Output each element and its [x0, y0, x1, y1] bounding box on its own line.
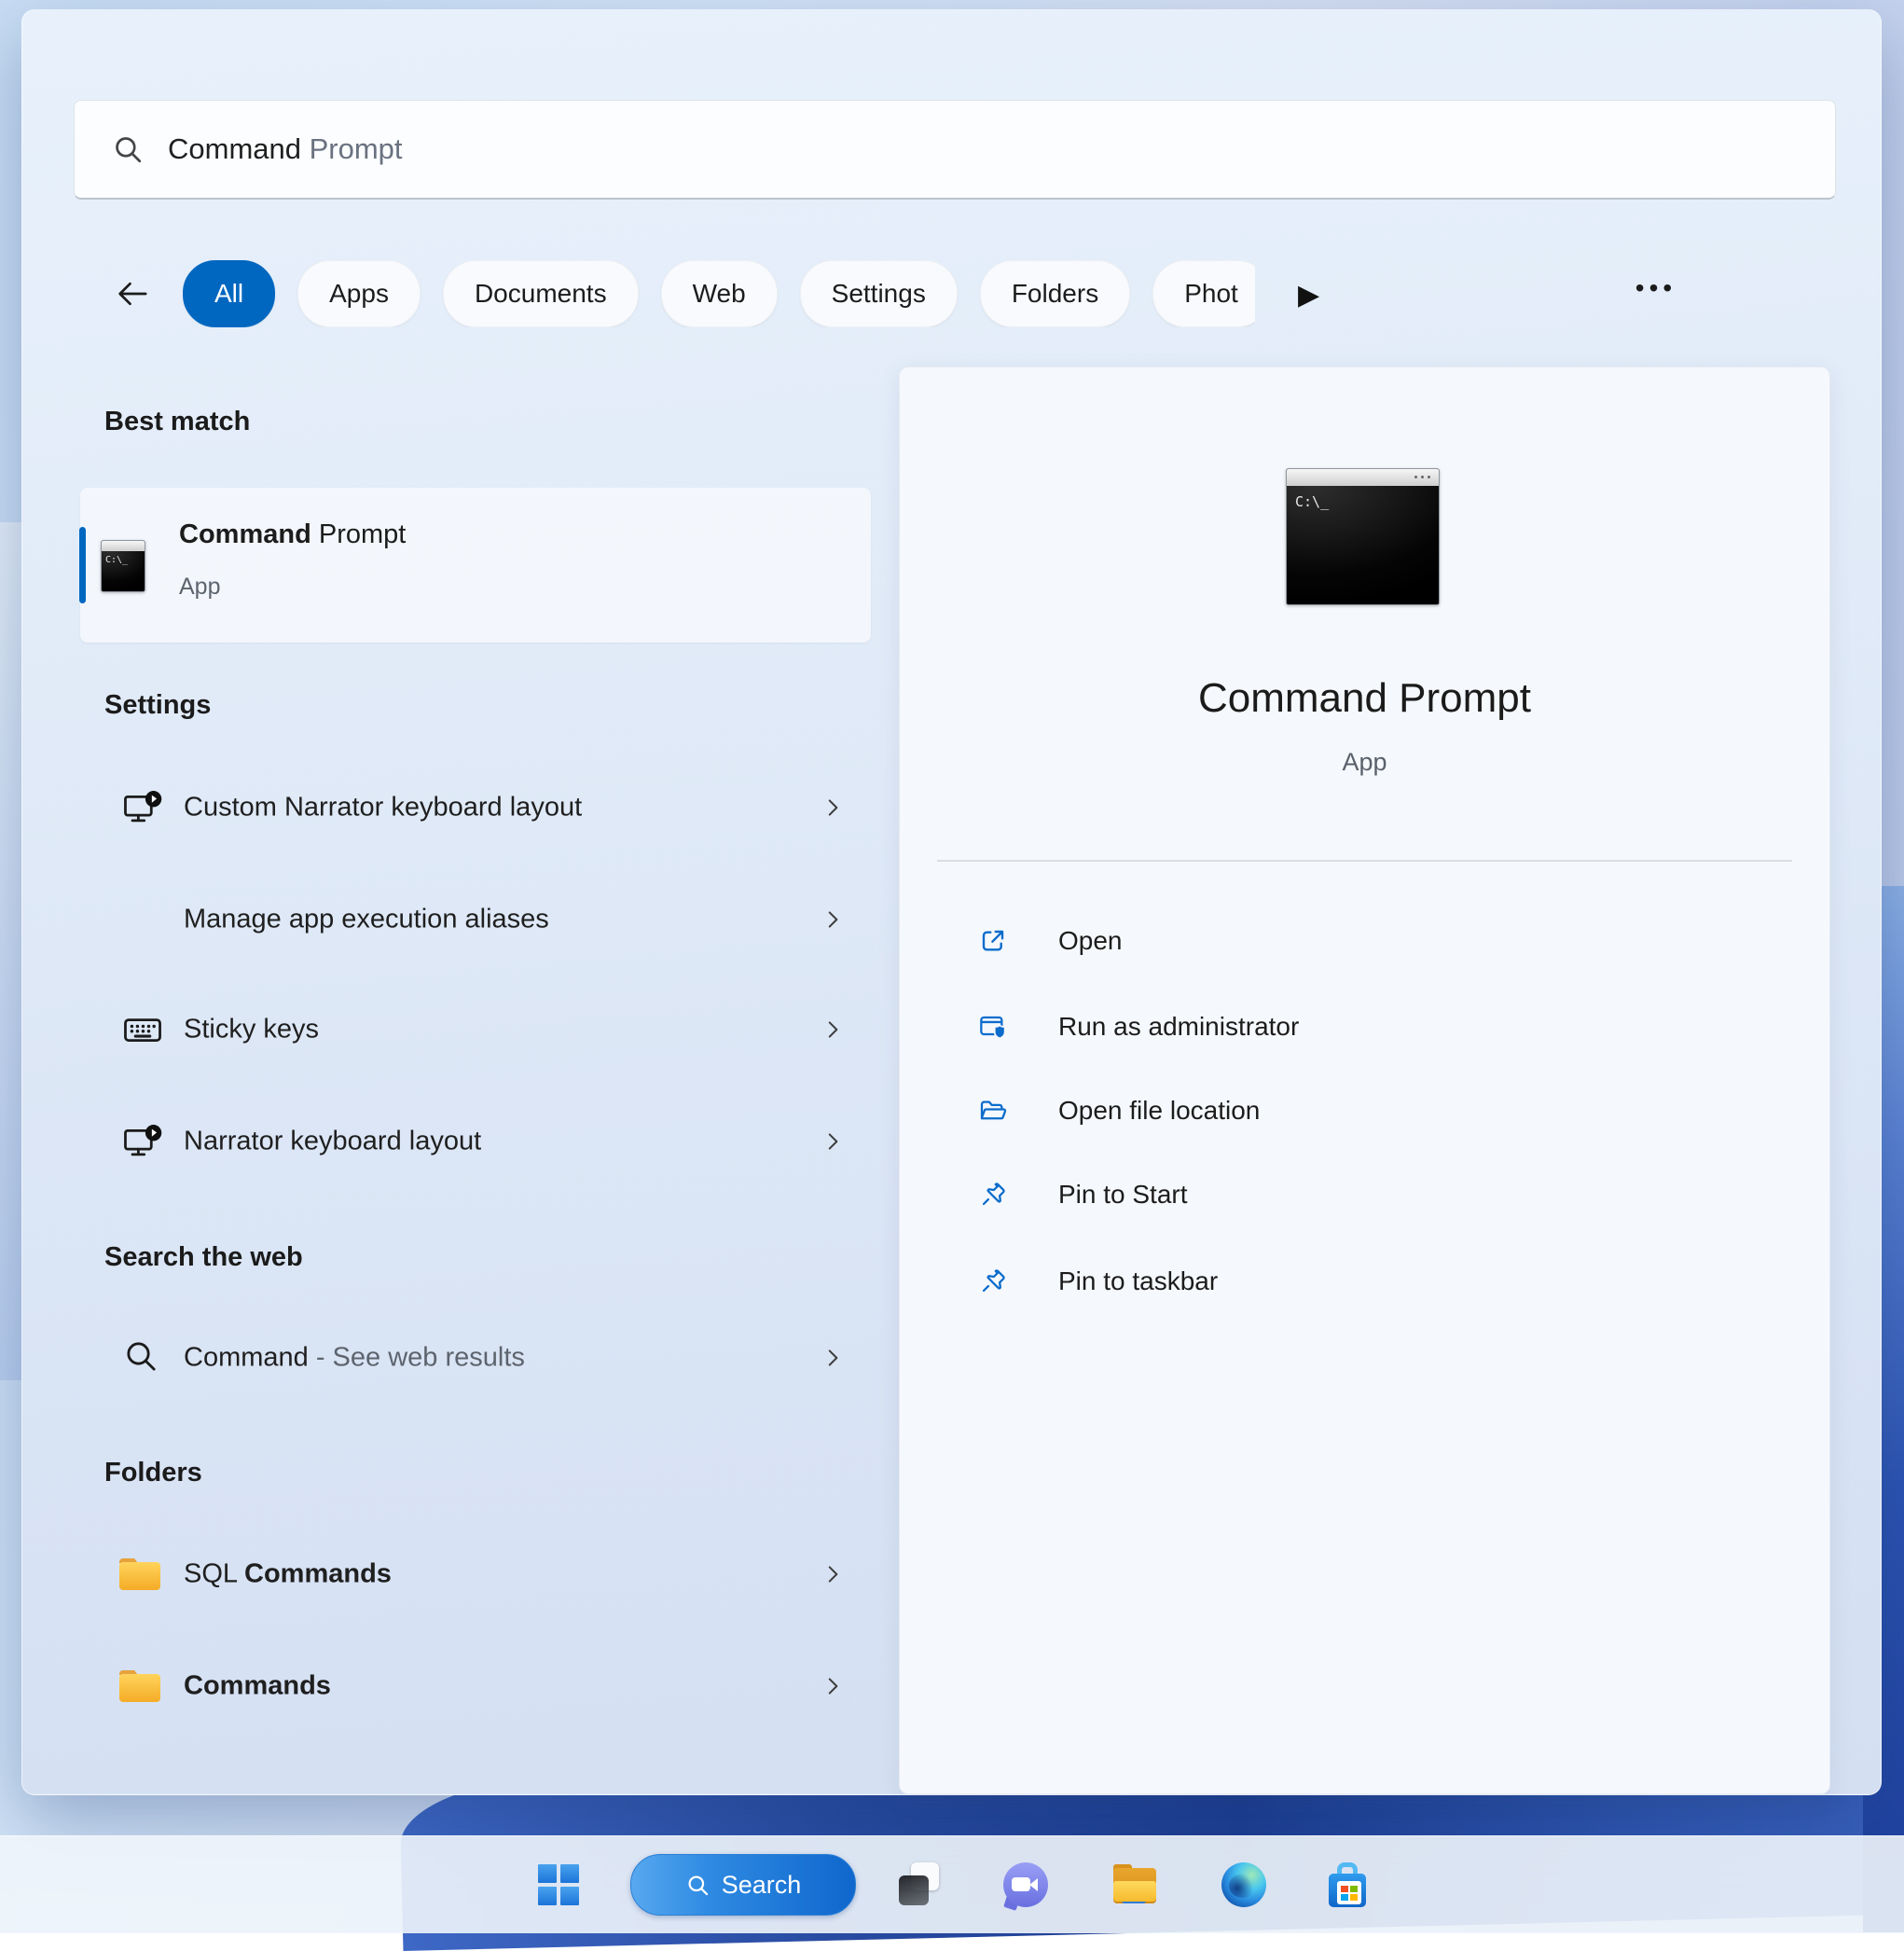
preview-app-type: App [900, 748, 1829, 777]
more-options-button[interactable]: ••• [1617, 273, 1695, 303]
tab-photos-clipped[interactable]: Phot [1152, 260, 1255, 327]
folder-icon [117, 1555, 162, 1594]
microsoft-store-button[interactable] [1319, 1857, 1375, 1913]
taskbar-search-button[interactable]: Search [630, 1854, 856, 1916]
action-run-as-administrator[interactable]: Run as administrator [928, 998, 1795, 1056]
tab-settings[interactable]: Settings [800, 260, 958, 327]
best-match-result[interactable]: C:\_ Command Prompt App [80, 488, 871, 643]
chevron-right-icon [821, 1562, 845, 1586]
run-admin-shield-icon [978, 1012, 1008, 1042]
command-prompt-icon: C:\_ [101, 540, 145, 592]
window-controls-dots [1428, 476, 1430, 478]
chevron-right-icon [821, 1674, 845, 1698]
action-open-file-location[interactable]: Open file location [928, 1082, 1795, 1140]
best-match-subtitle: App [179, 574, 220, 601]
pin-icon [978, 1180, 1008, 1210]
taskbar-search-label: Search [722, 1871, 802, 1900]
result-row-sticky-keys[interactable]: Sticky keys [80, 994, 871, 1065]
taskbar [0, 1835, 1904, 1933]
folder-icon [117, 1667, 162, 1706]
keyboard-icon [122, 1009, 163, 1050]
section-heading-settings: Settings [104, 690, 211, 721]
selection-accent-bar [79, 527, 86, 603]
section-heading-folders: Folders [104, 1458, 202, 1488]
result-row-manage-aliases[interactable]: Manage app execution aliases [80, 884, 871, 955]
best-match-title: Command Prompt [179, 519, 406, 550]
search-filter-tabs: All Apps Documents Web Settings Folders … [183, 260, 1255, 327]
chevron-right-icon [821, 1129, 845, 1154]
edge-browser-button[interactable] [1216, 1857, 1272, 1913]
tab-documents[interactable]: Documents [443, 260, 639, 327]
start-button[interactable] [531, 1857, 586, 1913]
divider [937, 860, 1792, 862]
web-search-row[interactable]: Command - See web results [80, 1322, 871, 1393]
search-suggestion-text: Prompt [301, 132, 403, 166]
chevron-right-icon [821, 796, 845, 820]
search-icon [122, 1337, 163, 1378]
result-preview-panel: C:\_ Command Prompt App Open Run as admi… [899, 367, 1830, 1794]
folder-result-sql-commands[interactable]: SQL Commands [80, 1539, 871, 1610]
back-arrow-icon [112, 275, 153, 312]
windows-logo-icon [538, 1864, 579, 1905]
result-row-custom-narrator-layout[interactable]: Custom Narrator keyboard layout [80, 772, 871, 843]
chevron-right-icon [821, 1017, 845, 1042]
section-heading-best-match: Best match [104, 407, 250, 437]
tabs-scroll-right-icon[interactable]: ▶ [1298, 279, 1319, 311]
preview-app-name: Command Prompt [900, 675, 1829, 722]
action-pin-to-start[interactable]: Pin to Start [928, 1166, 1795, 1224]
folder-result-commands[interactable]: Commands [80, 1651, 871, 1722]
tab-web[interactable]: Web [661, 260, 778, 327]
tab-apps[interactable]: Apps [297, 260, 421, 327]
file-explorer-button[interactable] [1107, 1857, 1163, 1913]
windows-search-flyout: Command Prompt All Apps Documents Web Se… [21, 9, 1882, 1795]
result-row-narrator-layout[interactable]: Narrator keyboard layout [80, 1106, 871, 1177]
search-input[interactable]: Command Prompt [74, 100, 1836, 200]
back-button[interactable] [112, 275, 153, 312]
search-icon [112, 133, 144, 165]
task-view-button[interactable] [894, 1857, 950, 1913]
action-pin-to-taskbar[interactable]: Pin to taskbar [928, 1252, 1795, 1310]
search-icon [685, 1873, 711, 1898]
action-open[interactable]: Open [928, 912, 1795, 970]
chevron-right-icon [821, 907, 845, 932]
search-query-text: Command [168, 132, 301, 166]
pin-icon [978, 1266, 1008, 1296]
open-external-icon [978, 926, 1008, 956]
section-heading-web: Search the web [104, 1242, 303, 1273]
tab-folders[interactable]: Folders [980, 260, 1130, 327]
tab-all[interactable]: All [183, 260, 275, 327]
command-prompt-icon-large: C:\_ [1286, 468, 1440, 605]
chevron-right-icon [821, 1346, 845, 1370]
narrator-display-icon [122, 787, 163, 828]
folder-open-icon [978, 1096, 1008, 1126]
narrator-display-icon [122, 1121, 163, 1162]
chat-button[interactable] [998, 1857, 1054, 1913]
